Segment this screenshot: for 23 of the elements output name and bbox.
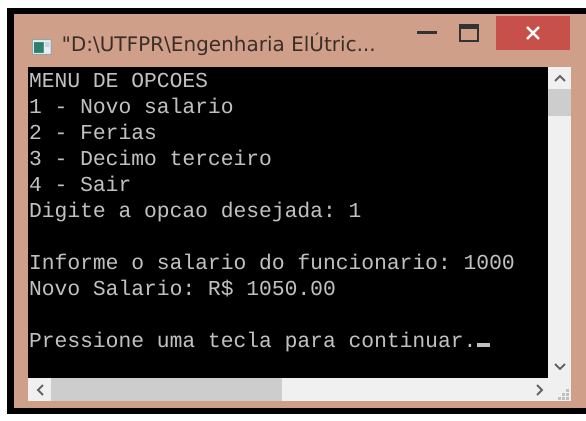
window-title: "D:\UTFPR\Engenharia ElÚtric... (62, 32, 377, 56)
chevron-left-icon (36, 384, 44, 396)
console-line: MENU DE OPCOES (29, 70, 208, 94)
console-line: Digite a opcao desejada: 1 (29, 200, 362, 224)
console-line: 1 - Novo salario (29, 96, 234, 120)
console-app-icon (32, 39, 52, 55)
console-line: 3 - Decimo terceiro (29, 148, 272, 172)
scroll-thumb[interactable] (51, 378, 282, 401)
vertical-scrollbar[interactable] (548, 67, 571, 378)
chevron-up-icon (554, 74, 566, 82)
console-line: Informe o salario do funcionario: 1000 (29, 252, 515, 276)
console-line: 4 - Sair (29, 174, 132, 198)
scroll-thumb[interactable] (548, 89, 571, 116)
console-line: Novo Salario: R$ 1050.00 (29, 278, 336, 302)
close-button[interactable] (496, 16, 570, 50)
minimize-icon (417, 31, 437, 35)
maximize-icon (459, 24, 479, 42)
horizontal-scrollbar[interactable] (28, 378, 571, 401)
close-icon (526, 26, 540, 40)
console-line: 2 - Ferias (29, 122, 157, 146)
chevron-right-icon (536, 384, 544, 396)
console-line: Pressione uma tecla para continuar. (29, 330, 476, 354)
chevron-down-icon (554, 363, 566, 371)
